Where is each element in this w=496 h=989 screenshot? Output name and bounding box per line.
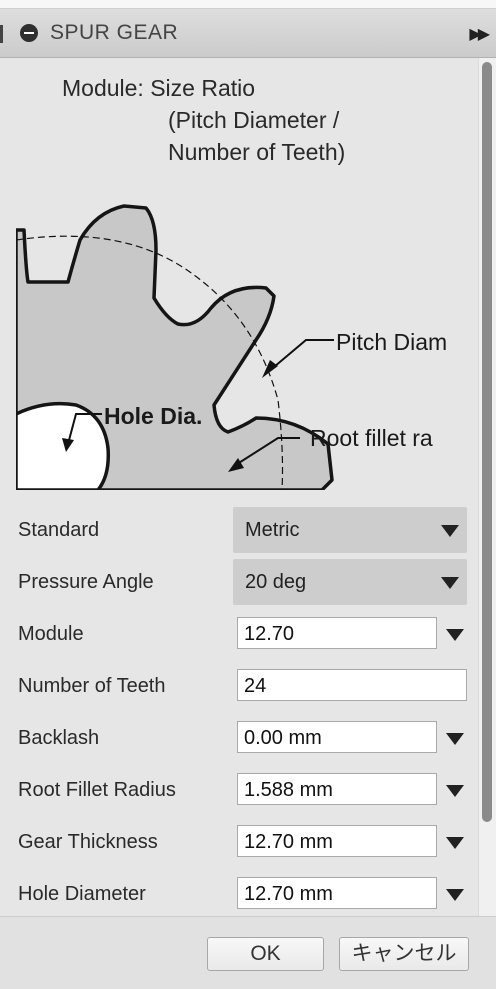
title-edge-marker xyxy=(0,25,3,43)
backlash-input[interactable]: 0.00 mm xyxy=(237,721,437,753)
label-hole-dia: Hole Dia. xyxy=(104,403,202,429)
module-dropdown-icon[interactable] xyxy=(446,629,464,641)
root-fillet-radius-dropdown-icon[interactable] xyxy=(446,785,464,797)
label-pitch-diameter: Pitch Diam xyxy=(336,329,447,355)
gear-thickness-dropdown-icon[interactable] xyxy=(446,837,464,849)
triangle-down-icon xyxy=(441,525,459,537)
number-of-teeth-input[interactable]: 24 xyxy=(237,669,467,701)
help-caption-line-3: Number of Teeth) xyxy=(168,139,346,165)
pressure-angle-select[interactable]: 20 deg xyxy=(233,559,467,605)
dialog-title-bar[interactable]: SPUR GEAR ▶▶ xyxy=(0,9,496,58)
hole-diameter-row: Hole Diameter 12.70 mm xyxy=(0,871,478,919)
dialog-footer: OK キャンセル xyxy=(0,916,496,989)
scrollbar-thumb[interactable] xyxy=(482,62,492,822)
backlash-label: Backlash xyxy=(18,727,100,749)
collapse-icon[interactable] xyxy=(20,24,38,42)
hole-diameter-label: Hole Diameter xyxy=(18,883,146,905)
gear-thickness-label: Gear Thickness xyxy=(18,831,158,853)
cancel-button[interactable]: キャンセル xyxy=(339,937,469,971)
pressure-angle-row: Pressure Angle 20 deg xyxy=(0,559,478,607)
standard-label: Standard xyxy=(18,519,100,541)
standard-row: Standard Metric xyxy=(0,507,478,555)
gear-thickness-input[interactable]: 12.70 mm xyxy=(237,825,437,857)
gear-illustration: Pitch Diam Root fillet ra Hole Dia. xyxy=(16,200,474,490)
gear-diagram-svg: Pitch Diam Root fillet ra Hole Dia. xyxy=(16,204,447,490)
root-fillet-radius-value: 1.588 mm xyxy=(244,779,333,801)
gear-thickness-row: Gear Thickness 12.70 mm xyxy=(0,819,478,867)
hole-diameter-value: 12.70 mm xyxy=(244,883,333,905)
backlash-value: 0.00 mm xyxy=(244,727,322,749)
module-row: Module 12.70 xyxy=(0,611,478,659)
fast-forward-icon[interactable]: ▶▶ xyxy=(469,24,490,44)
hole-diameter-dropdown-icon[interactable] xyxy=(446,889,464,901)
vertical-scrollbar[interactable] xyxy=(478,58,496,916)
pressure-angle-value: 20 deg xyxy=(245,571,307,593)
dialog-body: Module: Size Ratio (Pitch Diameter / Num… xyxy=(0,58,478,916)
root-fillet-radius-row: Root Fillet Radius 1.588 mm xyxy=(0,767,478,815)
dialog-title: SPUR GEAR xyxy=(50,21,179,44)
number-of-teeth-row: Number of Teeth 24 xyxy=(0,663,478,711)
pressure-angle-label: Pressure Angle xyxy=(18,571,154,593)
gear-thickness-value: 12.70 mm xyxy=(244,831,333,853)
root-fillet-radius-input[interactable]: 1.588 mm xyxy=(237,773,437,805)
standard-value: Metric xyxy=(245,519,300,541)
module-label: Module xyxy=(18,623,84,645)
help-caption-line-1: Module: Size Ratio xyxy=(62,75,256,101)
root-fillet-radius-label: Root Fillet Radius xyxy=(18,779,176,801)
module-value: 12.70 xyxy=(244,623,295,645)
help-caption-line-2: (Pitch Diameter / xyxy=(168,107,340,133)
number-of-teeth-value: 24 xyxy=(244,675,267,697)
pitch-leader xyxy=(267,339,334,373)
number-of-teeth-label: Number of Teeth xyxy=(18,675,166,697)
triangle-down-icon xyxy=(441,577,459,589)
standard-select[interactable]: Metric xyxy=(233,507,467,553)
hole-diameter-input[interactable]: 12.70 mm xyxy=(237,877,437,909)
ok-button[interactable]: OK xyxy=(207,937,324,971)
gear-hole xyxy=(16,401,111,490)
backlash-row: Backlash 0.00 mm xyxy=(0,715,478,763)
help-caption: Module: Size Ratio (Pitch Diameter / Num… xyxy=(62,72,345,168)
backlash-dropdown-icon[interactable] xyxy=(446,733,464,745)
module-input[interactable]: 12.70 xyxy=(237,617,437,649)
window-top-strip xyxy=(0,0,496,9)
label-root-fillet: Root fillet ra xyxy=(310,425,433,451)
